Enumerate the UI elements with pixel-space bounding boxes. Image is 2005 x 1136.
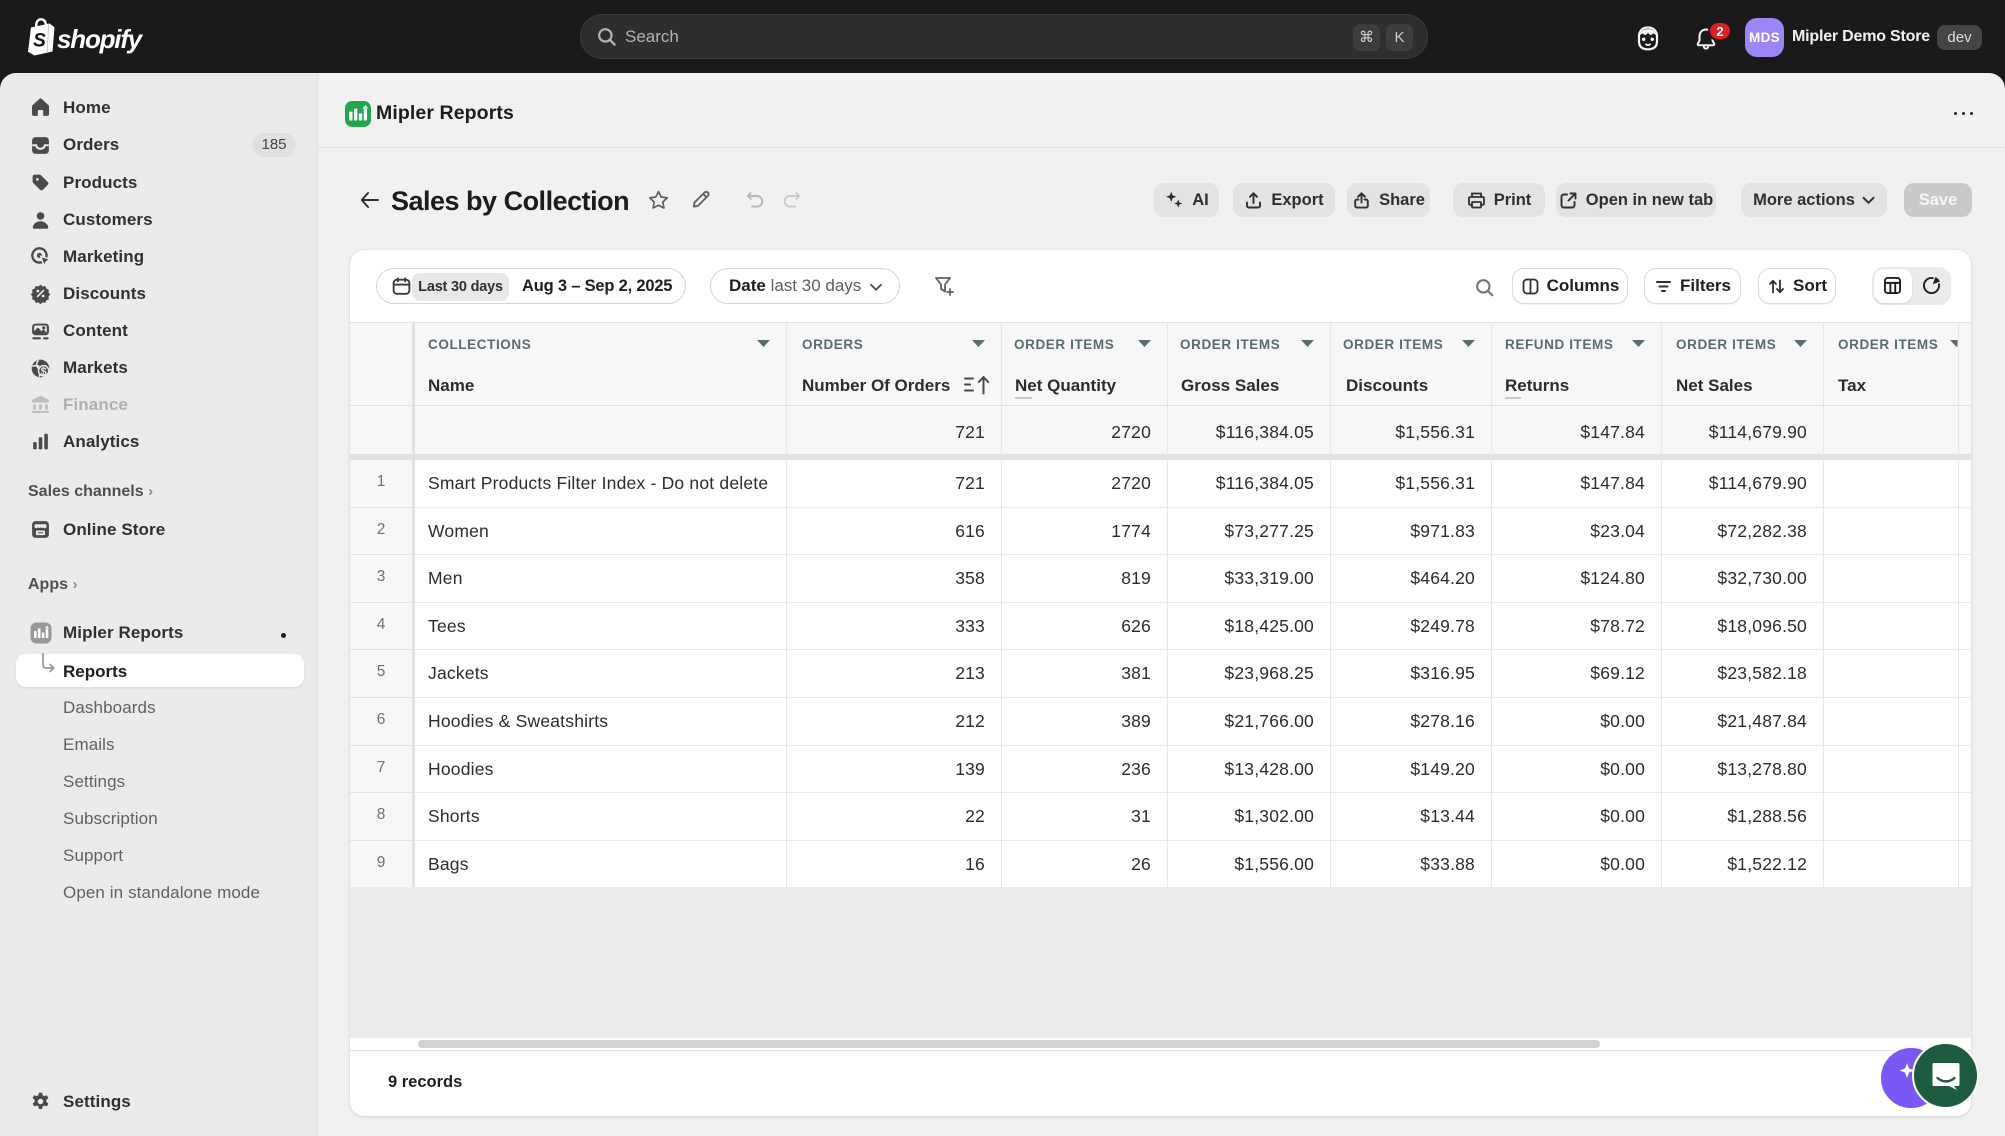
svg-text:shopify: shopify: [57, 24, 144, 54]
svg-text:S: S: [33, 31, 46, 52]
svg-text:$: $: [41, 365, 47, 377]
